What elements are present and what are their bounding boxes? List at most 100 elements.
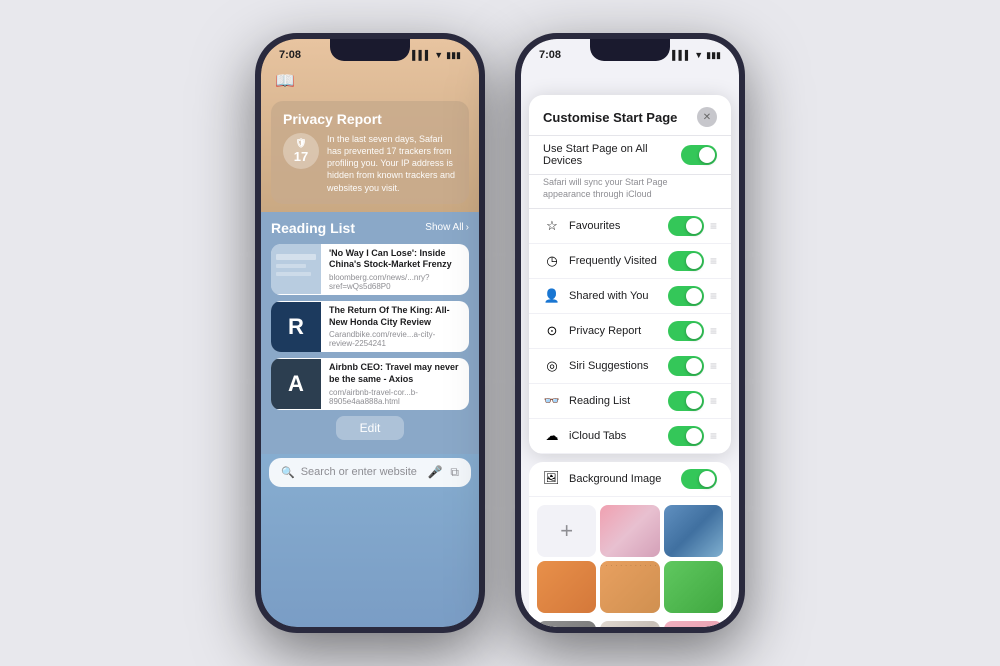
shared-with-you-label: Shared with You (569, 290, 668, 302)
close-icon: ✕ (703, 112, 711, 123)
background-toggle[interactable] (681, 469, 717, 489)
article-title: The Return Of The King: All-New Honda Ci… (329, 305, 461, 328)
sync-toggle[interactable] (681, 145, 717, 165)
privacy-count: 17 (294, 149, 308, 164)
privacy-card: Privacy Report 🛡 17 In the last seven da… (271, 101, 469, 204)
background-swatch-pink[interactable] (664, 621, 723, 627)
phone1-background: 7:08 ▌▌▌ ▼ ▮▮▮ 📖 Privacy Report 🛡 17 (261, 39, 479, 627)
reading-list-section: Reading List Show All › (261, 212, 479, 454)
privacy-content: 🛡 17 In the last seven days, Safari has … (283, 133, 457, 194)
safari-toolbar: 📖 (261, 67, 479, 97)
favourites-icon: ☆ (543, 217, 561, 235)
article-thumbnail (271, 244, 321, 294)
privacy-description: In the last seven days, Safari has preve… (327, 133, 457, 194)
article-info: Airbnb CEO: Travel may never be the same… (321, 358, 469, 409)
phone2-background: 7:08 ▌▌▌ ▼ ▮▮▮ Customise Start Page ✕ (521, 39, 739, 627)
icloud-toggle[interactable] (668, 426, 704, 446)
drag-handle-icon: ≡ (710, 324, 717, 338)
frequently-visited-icon: ◷ (543, 252, 561, 270)
status-icons-2: ▌▌▌ ▼ ▮▮▮ (672, 50, 721, 61)
background-swatch-gray[interactable] (537, 621, 596, 627)
shared-with-you-row: 👤 Shared with You ≡ (529, 279, 731, 314)
privacy-card-title: Privacy Report (283, 111, 457, 127)
favourites-label: Favourites (569, 220, 668, 232)
sync-label: Use Start Page on All Devices (543, 143, 681, 167)
background-swatch-orange[interactable] (537, 561, 596, 613)
plus-icon: + (560, 518, 573, 544)
reading-list-header: Reading List Show All › (271, 220, 469, 236)
icloud-icon: ☁ (543, 427, 561, 445)
battery-icon: ▮▮▮ (446, 50, 461, 61)
reading-list-label: Reading List (569, 395, 668, 407)
favourites-toggle[interactable] (668, 216, 704, 236)
edit-button[interactable]: Edit (336, 416, 405, 440)
frequently-visited-row: ◷ Frequently Visited ≡ (529, 244, 731, 279)
signal-icon-2: ▌▌▌ (672, 50, 691, 60)
background-image-grid: + (529, 497, 731, 621)
privacy-report-label: Privacy Report (569, 325, 668, 337)
article-thumbnail: R (271, 302, 321, 352)
favourites-row: ☆ Favourites ≡ (529, 209, 731, 244)
modal-header: Customise Start Page ✕ (529, 95, 731, 136)
show-all-button[interactable]: Show All › (425, 222, 469, 233)
article-url: com/airbnb-travel-cor...b-8905e4aa888a.h… (329, 388, 461, 406)
add-background-button[interactable]: + (537, 505, 596, 557)
reading-list-item[interactable]: 'No Way I Can Lose': Inside China's Stoc… (271, 244, 469, 295)
search-bar[interactable]: 🔍 Search or enter website 🎤 ⧉ (269, 458, 471, 487)
bookmarks-icon[interactable]: 📖 (275, 71, 295, 91)
background-swatch-folded[interactable] (600, 621, 659, 627)
customise-modal: Customise Start Page ✕ Use Start Page on… (529, 95, 731, 454)
icloud-tabs-row: ☁ iCloud Tabs ≡ (529, 419, 731, 454)
phone2-screen: 7:08 ▌▌▌ ▼ ▮▮▮ Customise Start Page ✕ (521, 39, 739, 627)
background-image-section: 🖼 Background Image + (529, 462, 731, 627)
privacy-report-icon: ⊙ (543, 322, 561, 340)
background-bottom-row (529, 621, 731, 627)
tabs-icon[interactable]: ⧉ (450, 465, 459, 480)
sync-toggle-row: Use Start Page on All Devices (529, 136, 731, 175)
battery-icon-2: ▮▮▮ (706, 50, 721, 61)
wifi-icon-2: ▼ (694, 50, 703, 60)
wifi-icon: ▼ (434, 50, 443, 60)
modal-close-button[interactable]: ✕ (697, 107, 717, 127)
shared-toggle[interactable] (668, 286, 704, 306)
siri-toggle[interactable] (668, 356, 704, 376)
frequently-visited-toggle[interactable] (668, 251, 704, 271)
notch2 (590, 39, 670, 61)
article-info: The Return Of The King: All-New Honda Ci… (321, 301, 469, 352)
reading-list-title: Reading List (271, 220, 355, 236)
siri-icon: ◎ (543, 357, 561, 375)
search-placeholder: Search or enter website (301, 466, 422, 478)
article-thumbnail: A (271, 359, 321, 409)
chevron-right-icon: › (466, 222, 469, 233)
signal-icon: ▌▌▌ (412, 50, 431, 60)
edit-button-container: Edit (271, 416, 469, 440)
phone2: 7:08 ▌▌▌ ▼ ▮▮▮ Customise Start Page ✕ (515, 33, 745, 633)
microphone-icon[interactable]: 🎤 (427, 465, 442, 480)
frequently-visited-label: Frequently Visited (569, 255, 668, 267)
search-icon: 🔍 (281, 466, 295, 479)
drag-handle-icon: ≡ (710, 219, 717, 233)
background-swatch-dots[interactable] (600, 561, 659, 613)
notch (330, 39, 410, 61)
reading-list-toggle[interactable] (668, 391, 704, 411)
privacy-toggle[interactable] (668, 321, 704, 341)
background-swatch-butterfly[interactable] (600, 505, 659, 557)
privacy-report-row: ⊙ Privacy Report ≡ (529, 314, 731, 349)
background-swatch-green[interactable] (664, 561, 723, 613)
background-swatch-animal[interactable] (664, 505, 723, 557)
background-image-label: Background Image (569, 473, 681, 485)
reading-list-icon: 👓 (543, 392, 561, 410)
drag-handle-icon: ≡ (710, 254, 717, 268)
privacy-badge: 🛡 17 (283, 133, 319, 169)
reading-list-item[interactable]: A Airbnb CEO: Travel may never be the sa… (271, 358, 469, 409)
icloud-tabs-label: iCloud Tabs (569, 430, 668, 442)
background-header-row: 🖼 Background Image (529, 462, 731, 497)
status-time: 7:08 (279, 49, 301, 61)
drag-handle-icon: ≡ (710, 394, 717, 408)
article-title: Airbnb CEO: Travel may never be the same… (329, 362, 461, 385)
reading-list-item[interactable]: R The Return Of The King: All-New Honda … (271, 301, 469, 352)
article-info: 'No Way I Can Lose': Inside China's Stoc… (321, 244, 469, 295)
article-url: Carandbike.com/revie...a-city-review-225… (329, 330, 461, 348)
article-title: 'No Way I Can Lose': Inside China's Stoc… (329, 248, 461, 271)
shared-icon: 👤 (543, 287, 561, 305)
